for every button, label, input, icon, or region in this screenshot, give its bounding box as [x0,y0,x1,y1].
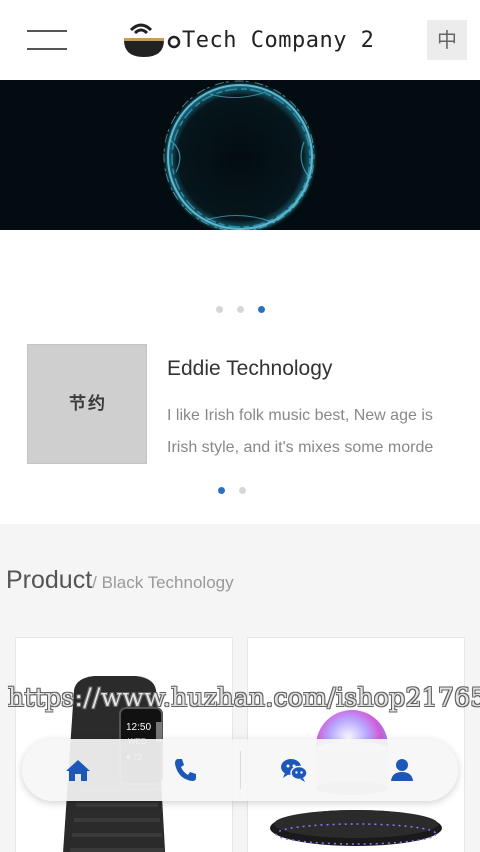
wechat-icon [281,759,308,782]
page: Tech Company 2 中 节约 Eddie Technology I l… [0,0,480,852]
news-desc-line: I like Irish folk music best, New age is [167,407,433,424]
user-icon [391,759,413,781]
nav-divider [240,751,241,789]
energy-sphere-image [162,80,318,230]
menu-line-icon [27,48,67,50]
language-toggle-button[interactable]: 中 [427,20,467,60]
news-desc-line: Irish style, and it's mixes some morde [167,439,434,456]
pagination-dot[interactable] [216,306,223,313]
pagination-dot[interactable] [239,487,246,494]
home-icon [66,760,90,781]
section-title-main: Product [6,566,93,594]
banner-pagination [216,306,265,313]
news-description: I like Irish folk music best, New age is… [167,400,457,464]
header: Tech Company 2 中 [0,0,480,80]
coffee-bowl-icon [124,23,181,57]
menu-line-icon [27,30,67,32]
banner-slide[interactable] [0,80,480,230]
home-button[interactable] [62,754,94,786]
watermark-text: https://www.huzhan.com/ishop21765 [8,683,480,712]
bottom-navigation-bar [22,739,458,801]
news-card[interactable]: 节约 Eddie Technology I like Irish folk mu… [27,344,467,466]
pagination-dot-active[interactable] [218,487,225,494]
logo[interactable]: Tech Company 2 [121,20,374,62]
section-title: Product/ Black Technology [6,566,234,595]
phone-icon [175,759,196,781]
pagination-dot[interactable] [237,306,244,313]
user-button[interactable] [386,754,418,786]
pagination-dot-active[interactable] [258,306,265,313]
section-title-sub: / Black Technology [92,573,234,592]
svg-text:12:50: 12:50 [126,722,151,733]
menu-button[interactable] [27,28,67,52]
phone-button[interactable] [170,754,202,786]
news-thumbnail[interactable]: 节约 [27,344,147,464]
news-pagination [218,487,246,494]
thumbnail-text: 节约 [69,394,107,414]
news-title[interactable]: Eddie Technology [167,357,332,381]
wechat-button[interactable] [278,754,310,786]
logo-text: Tech Company 2 [182,28,375,53]
